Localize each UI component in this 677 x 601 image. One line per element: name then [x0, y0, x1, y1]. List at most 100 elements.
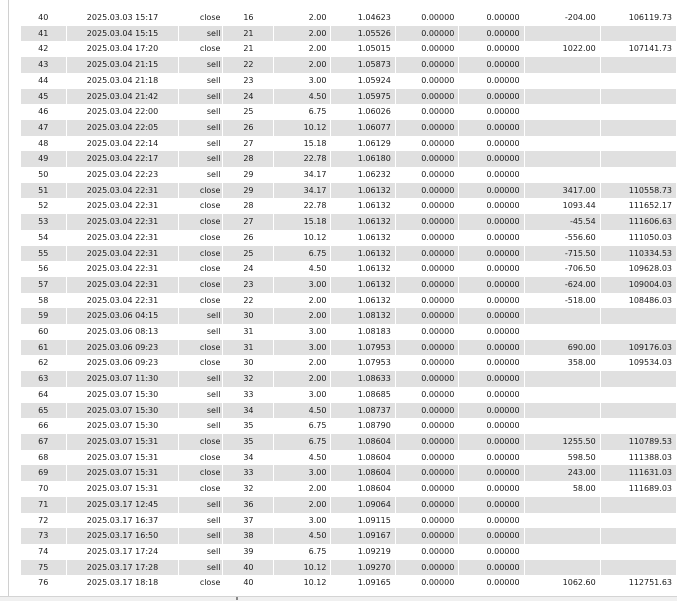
take-profit-cell: 0.00000	[458, 481, 525, 497]
profit-cell	[524, 151, 601, 168]
time-cell: 2025.03.04 22:31	[66, 261, 180, 277]
type-cell: sell	[178, 402, 224, 419]
price-cell: 1.09219	[330, 543, 396, 560]
time-cell: 2025.03.07 15:31	[66, 449, 180, 466]
size-cell: 3.00	[273, 512, 332, 529]
time-cell: 2025.03.17 18:18	[66, 575, 180, 592]
deal-number-cell: 73	[21, 528, 67, 544]
take-profit-cell: 0.00000	[458, 355, 525, 372]
price-cell: 1.06132	[330, 229, 396, 246]
table-row: 75 2025.03.17 17:28 sell 40 10.12 1.09270 0.00…	[21, 559, 677, 576]
time-cell: 2025.03.04 22:23	[66, 167, 180, 183]
balance-cell	[600, 528, 677, 544]
order-cell: 35	[222, 418, 275, 434]
price-cell: 1.09064	[330, 496, 396, 513]
type-cell: sell	[178, 167, 224, 183]
order-cell: 29	[222, 182, 275, 199]
order-cell: 26	[222, 229, 275, 246]
order-cell: 31	[222, 324, 275, 340]
profit-cell: -706.50	[524, 261, 601, 277]
time-cell: 2025.03.04 15:15	[66, 25, 180, 42]
order-cell: 34	[222, 449, 275, 466]
balance-cell	[600, 57, 677, 73]
table-row: 54 2025.03.04 22:31 close 26 10.12 1.06132 0.0…	[21, 229, 677, 246]
time-cell: 2025.03.17 16:50	[66, 528, 180, 544]
table-row: 53 2025.03.04 22:31 close 27 15.18 1.06132 0.0…	[21, 214, 677, 230]
profit-cell	[524, 119, 601, 136]
take-profit-cell: 0.00000	[458, 339, 525, 356]
table-row: 58 2025.03.04 22:31 close 22 2.00 1.06132 0.00…	[21, 292, 677, 309]
size-cell: 6.75	[273, 543, 332, 560]
size-cell: 22.78	[273, 198, 332, 215]
price-cell: 1.05924	[330, 72, 396, 89]
take-profit-cell: 0.00000	[458, 418, 525, 434]
take-profit-cell: 0.00000	[458, 104, 525, 120]
size-cell: 2.00	[273, 355, 332, 372]
balance-cell: 109004.03	[600, 276, 677, 293]
time-cell: 2025.03.04 17:20	[66, 41, 180, 58]
take-profit-cell: 0.00000	[458, 151, 525, 168]
deal-number-cell: 69	[21, 465, 67, 482]
balance-cell	[600, 72, 677, 89]
table-row: 69 2025.03.07 15:31 close 33 3.00 1.08604 0.00…	[21, 465, 677, 482]
stop-loss-cell: 0.00000	[395, 339, 460, 356]
price-cell: 1.07953	[330, 339, 396, 356]
price-cell: 1.09115	[330, 512, 396, 529]
take-profit-cell: 0.00000	[458, 528, 525, 544]
type-cell: sell	[178, 496, 224, 513]
balance-cell	[600, 104, 677, 120]
profit-cell: 1062.60	[524, 575, 601, 592]
time-cell: 2025.03.04 21:18	[66, 72, 180, 89]
take-profit-cell: 0.00000	[458, 25, 525, 42]
profit-cell: -204.00	[524, 10, 601, 26]
size-cell: 34.17	[273, 182, 332, 199]
profit-cell: 690.00	[524, 339, 601, 356]
stop-loss-cell: 0.00000	[395, 245, 460, 262]
stop-loss-cell: 0.00000	[395, 433, 460, 450]
table-row: 65 2025.03.07 15:30 sell 34 4.50 1.08737 0.000…	[21, 402, 677, 419]
type-cell: close	[178, 355, 224, 372]
table-row: 46 2025.03.04 22:00 sell 25 6.75 1.06026 0.000…	[21, 104, 677, 120]
take-profit-cell: 0.00000	[458, 167, 525, 183]
size-cell: 2.00	[273, 292, 332, 309]
order-cell: 30	[222, 308, 275, 325]
time-cell: 2025.03.04 22:31	[66, 182, 180, 199]
profit-cell	[524, 496, 601, 513]
deal-number-cell: 59	[21, 308, 67, 325]
balance-cell: 111050.03	[600, 229, 677, 246]
table-row: 71 2025.03.17 12:45 sell 36 2.00 1.09064 0.000…	[21, 496, 677, 513]
balance-cell: 111606.63	[600, 214, 677, 230]
take-profit-cell: 0.00000	[458, 512, 525, 529]
profit-cell	[524, 528, 601, 544]
price-cell: 1.06132	[330, 182, 396, 199]
deal-number-cell: 50	[21, 167, 67, 183]
order-cell: 27	[222, 135, 275, 152]
profit-cell: 1093.44	[524, 198, 601, 215]
time-cell: 2025.03.04 22:14	[66, 135, 180, 152]
deal-number-cell: 61	[21, 339, 67, 356]
stop-loss-cell: 0.00000	[395, 496, 460, 513]
balance-cell	[600, 135, 677, 152]
size-cell: 2.00	[273, 371, 332, 387]
balance-cell: 110334.53	[600, 245, 677, 262]
order-cell: 22	[222, 292, 275, 309]
table-row: 61 2025.03.06 09:23 close 31 3.00 1.07953 0.00…	[21, 339, 677, 356]
take-profit-cell: 0.00000	[458, 386, 525, 403]
take-profit-cell: 0.00000	[458, 465, 525, 482]
stop-loss-cell: 0.00000	[395, 465, 460, 482]
time-cell: 2025.03.06 04:15	[66, 308, 180, 325]
take-profit-cell: 0.00000	[458, 135, 525, 152]
balance-cell	[600, 386, 677, 403]
time-cell: 2025.03.04 22:31	[66, 198, 180, 215]
time-cell: 2025.03.06 08:13	[66, 324, 180, 340]
balance-cell: 111652.17	[600, 198, 677, 215]
stop-loss-cell: 0.00000	[395, 119, 460, 136]
balance-cell: 112751.63	[600, 575, 677, 592]
horizontal-scrollbar[interactable]	[0, 596, 677, 601]
time-cell: 2025.03.07 15:30	[66, 386, 180, 403]
order-cell: 40	[222, 575, 275, 592]
order-cell: 32	[222, 371, 275, 387]
price-cell: 1.06180	[330, 151, 396, 168]
balance-cell	[600, 308, 677, 325]
balance-cell	[600, 402, 677, 419]
